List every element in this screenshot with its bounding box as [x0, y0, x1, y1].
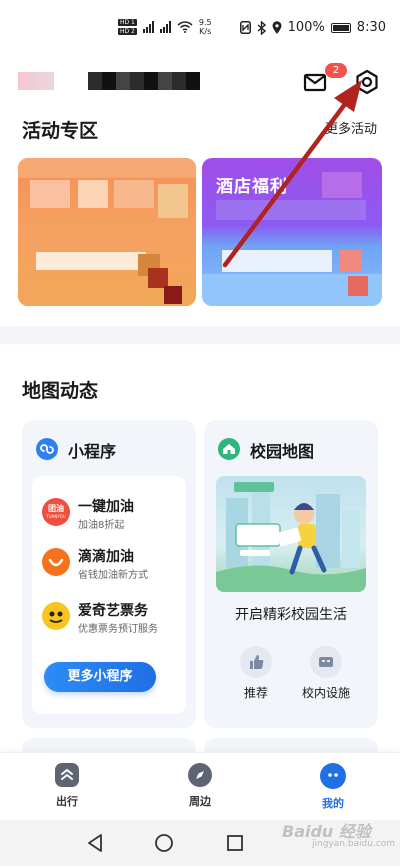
tab-label: 周边 — [189, 795, 211, 808]
mini-program-desc: 省钱加油新方式 — [78, 570, 148, 581]
top-bar: 2 — [0, 60, 400, 104]
mini-program-item[interactable]: 滴滴加油 省钱加油新方式 — [42, 546, 182, 594]
nfc-icon — [239, 21, 251, 34]
mini-program-desc: 优惠票务预订服务 — [78, 624, 158, 635]
more-activities-link[interactable]: 更多活动 — [325, 118, 377, 137]
mini-program-desc: 加油8折起 — [78, 520, 125, 531]
hd-icon: HD 1 HD 2 — [118, 19, 137, 35]
status-right-group: 100% 8:30 — [239, 20, 386, 35]
recommend-shortcut[interactable]: 推荐 — [220, 646, 292, 701]
map-dynamic-section-title: 地图动态 — [22, 380, 99, 402]
gear-icon — [356, 69, 378, 95]
settings-button[interactable] — [353, 68, 381, 96]
recents-icon[interactable] — [224, 832, 246, 854]
mini-program-name: 爱奇艺票务 — [78, 603, 148, 619]
mini-program-icon — [36, 438, 58, 460]
watermark-sub: jingyan.baidu.com — [312, 839, 396, 849]
tab-nearby[interactable]: 周边 — [170, 763, 230, 809]
facilities-label: 校内设施 — [301, 686, 350, 700]
status-left-group: HD 1 HD 2 9.5 K/s — [118, 18, 212, 36]
unread-badge: 2 — [325, 63, 347, 78]
campus-caption: 开启精彩校园生活 — [235, 607, 347, 623]
tuanyou-logo-subtext: TUANYOU — [46, 514, 66, 519]
facilities-icon — [310, 646, 342, 678]
clock: 8:30 — [356, 20, 386, 35]
tab-label: 出行 — [56, 795, 78, 808]
battery-percent: 100% — [287, 20, 325, 35]
tuanyou-logo-text: 团油 — [48, 504, 64, 513]
tab-mine[interactable]: 我的 — [303, 763, 363, 811]
mini-programs-title: 小程序 — [68, 442, 117, 461]
bluetooth-icon — [257, 20, 266, 35]
location-icon — [272, 20, 282, 34]
mini-program-item[interactable]: 团油 TUANYOU 一键加油 加油8折起 — [42, 496, 182, 544]
campus-illustration[interactable] — [216, 476, 366, 592]
campus-home-icon — [218, 438, 240, 460]
activity-section-title: 活动专区 — [22, 120, 99, 142]
bottom-tab-bar: 出行 周边 我的 — [0, 752, 400, 820]
watermark: Baidu 经验 jingyan.baidu.com — [282, 818, 395, 849]
iqiyi-tickets-logo — [42, 602, 70, 630]
mini-program-item[interactable]: 爱奇艺票务 优惠票务预订服务 — [42, 600, 182, 648]
network-speed-value: 9.5 — [198, 18, 212, 27]
profile-face-icon — [320, 763, 346, 789]
didi-logo — [42, 548, 70, 576]
mini-programs-card: 小程序 团油 TUANYOU 一键加油 加油8折起 滴滴加油 省钱加油新方式 爱… — [22, 420, 196, 728]
campus-map-card[interactable]: 校园地图 开启精彩校园生活 推荐 校内设施 — [204, 420, 378, 728]
network-speed-unit: K/s — [199, 27, 212, 36]
promo-banner-title: 酒店福利 — [216, 177, 288, 197]
tuanyou-logo: 团油 TUANYOU — [42, 498, 70, 526]
avatar-redacted[interactable] — [18, 72, 54, 90]
home-icon[interactable] — [153, 832, 175, 854]
thumbs-up-icon — [240, 646, 272, 678]
recommend-label: 推荐 — [243, 686, 268, 700]
username-redacted[interactable] — [88, 72, 200, 90]
wifi-icon — [177, 21, 193, 33]
signal-4g-icon — [159, 21, 171, 33]
status-bar: HD 1 HD 2 9.5 K/s 100% 8:30 — [0, 0, 400, 60]
back-icon[interactable] — [85, 832, 107, 854]
mini-program-name: 一键加油 — [78, 499, 134, 515]
mini-program-name: 滴滴加油 — [78, 549, 134, 565]
travel-icon — [55, 763, 79, 787]
compass-icon — [188, 763, 212, 787]
network-speed: 9.5 K/s — [199, 18, 212, 36]
section-divider — [0, 326, 400, 344]
signal-5g-icon — [142, 21, 154, 33]
campus-map-title: 校园地图 — [250, 442, 315, 461]
battery-icon — [330, 22, 351, 33]
promo-banner-left[interactable] — [18, 158, 196, 306]
more-mini-programs-button[interactable]: 更多小程序 — [44, 662, 156, 692]
promo-banner-right[interactable]: 酒店福利 — [202, 158, 382, 306]
facilities-shortcut[interactable]: 校内设施 — [290, 646, 362, 701]
tab-travel[interactable]: 出行 — [37, 763, 97, 809]
tab-label: 我的 — [322, 797, 344, 810]
